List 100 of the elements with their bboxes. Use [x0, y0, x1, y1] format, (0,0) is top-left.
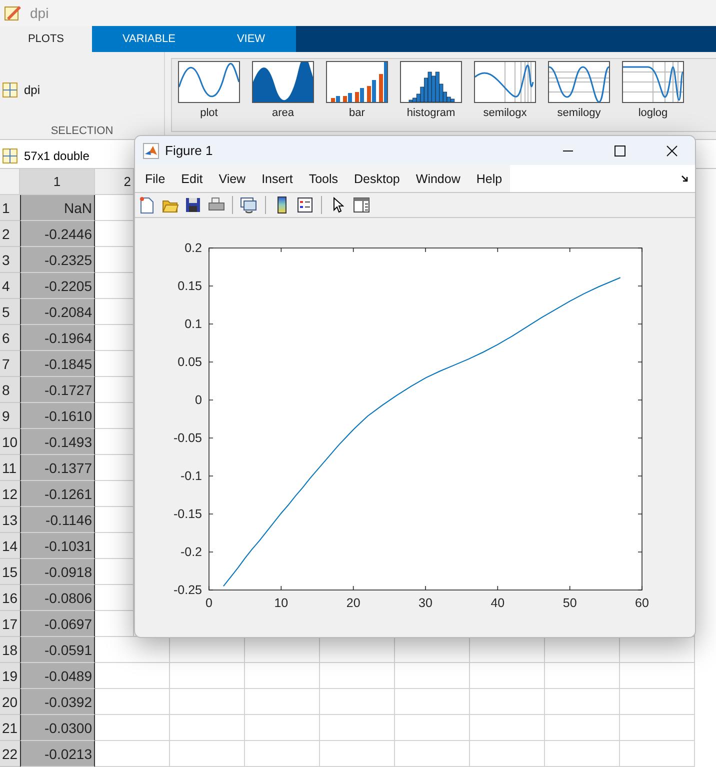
document-tab[interactable]: 57x1 double [2, 148, 90, 164]
save-icon[interactable] [185, 197, 201, 213]
table-cell[interactable]: -0.2325 [20, 247, 95, 273]
column-header[interactable]: 1 [20, 169, 95, 195]
table-icon [2, 148, 18, 164]
table-cell[interactable]: -0.1146 [20, 507, 95, 533]
linked-windows-icon[interactable] [240, 196, 258, 214]
table-cell[interactable]: -0.1727 [20, 377, 95, 403]
plot-thumbnail[interactable] [474, 61, 536, 104]
table-cell[interactable]: -0.0697 [20, 611, 95, 637]
ribbon-tab[interactable]: PLOTS [0, 26, 92, 52]
y-tick-label: -0.15 [174, 507, 202, 521]
plot-label[interactable]: loglog [638, 107, 668, 120]
y-tick-label: 0 [195, 393, 202, 407]
variable-name[interactable]: dpi [24, 83, 40, 98]
row-header[interactable]: 14 [0, 533, 20, 559]
menu-item[interactable]: Desktop [346, 168, 408, 190]
row-header[interactable]: 12 [0, 481, 20, 507]
row-header[interactable]: 10 [0, 429, 20, 455]
table-cell[interactable]: -0.1261 [20, 481, 95, 507]
plot-thumbnail[interactable] [252, 61, 314, 104]
row-header[interactable]: 20 [0, 689, 20, 715]
table-cell[interactable]: -0.1031 [20, 533, 95, 559]
table-cell[interactable]: -0.2084 [20, 299, 95, 325]
row-header[interactable]: 17 [0, 611, 20, 637]
row-header[interactable]: 2 [0, 221, 20, 247]
row-header[interactable]: 8 [0, 377, 20, 403]
table-cell[interactable]: -0.0392 [20, 689, 95, 715]
menu-item[interactable]: Insert [254, 168, 301, 190]
table-cell[interactable]: -0.0806 [20, 585, 95, 611]
plot-label[interactable]: semilogy [557, 107, 601, 120]
plot-thumbnail[interactable] [400, 61, 462, 104]
plot-thumbnail[interactable] [178, 61, 240, 104]
new-file-icon[interactable] [139, 196, 155, 214]
row-header[interactable]: 4 [0, 273, 20, 299]
y-tick-label: 0.15 [178, 279, 202, 293]
row-header[interactable]: 21 [0, 715, 20, 741]
menu-item[interactable]: View [210, 168, 254, 190]
plot-label[interactable]: histogram [406, 107, 456, 120]
colorbar-icon[interactable] [277, 196, 287, 214]
row-header[interactable]: 16 [0, 585, 20, 611]
y-tick-label: 0.1 [184, 317, 202, 331]
folder-icon[interactable] [162, 198, 178, 212]
plot-thumbnail[interactable] [326, 61, 388, 104]
plot-label[interactable]: bar [349, 107, 365, 120]
plot-label[interactable]: plot [200, 107, 218, 120]
x-tick-label: 20 [346, 596, 360, 610]
row-header[interactable]: 22 [0, 741, 20, 767]
menu-item[interactable]: Tools [300, 168, 346, 190]
x-tick-label: 50 [562, 596, 577, 610]
variable-editor-icon [4, 4, 22, 22]
x-tick-label: 30 [418, 596, 432, 610]
plot-thumbnail[interactable] [622, 61, 684, 104]
y-tick-label: -0.25 [174, 583, 202, 597]
table-cell[interactable]: -0.0213 [20, 741, 95, 767]
row-header[interactable]: 11 [0, 455, 20, 481]
close-icon [666, 144, 678, 156]
table-cell[interactable]: -0.0918 [20, 559, 95, 585]
menu-item[interactable]: Edit [173, 168, 211, 190]
table-cell[interactable]: -0.0591 [20, 637, 95, 663]
x-tick-label: 40 [490, 596, 505, 610]
printer-icon[interactable] [208, 197, 224, 213]
menu-item[interactable]: File [137, 168, 174, 190]
pointer-icon[interactable] [332, 197, 344, 213]
plot-label[interactable]: semilogx [483, 107, 527, 120]
x-tick-label: 0 [206, 596, 212, 610]
row-header[interactable]: 19 [0, 663, 20, 689]
table-cell[interactable]: -0.2446 [20, 221, 95, 247]
plot-label[interactable]: area [272, 107, 294, 120]
row-header[interactable]: 5 [0, 299, 20, 325]
table-corner[interactable] [0, 169, 20, 195]
table-cell[interactable]: -0.0489 [20, 663, 95, 689]
table-cell[interactable]: -0.1964 [20, 325, 95, 351]
table-icon [2, 82, 18, 98]
dock-arrow-icon[interactable] [681, 174, 689, 182]
table-cell[interactable]: NaN [20, 195, 95, 221]
row-header[interactable]: 7 [0, 351, 20, 377]
row-header[interactable]: 15 [0, 559, 20, 585]
column-header[interactable]: 2 [95, 169, 134, 195]
menu-item[interactable]: Help [468, 168, 510, 190]
legend-icon[interactable] [297, 197, 313, 213]
table-cell[interactable]: -0.1610 [20, 403, 95, 429]
figure-title: Figure 1 [165, 143, 214, 158]
y-tick-label: 0.05 [178, 355, 202, 369]
table-cell[interactable]: -0.2205 [20, 273, 95, 299]
property-editor-icon[interactable] [352, 197, 370, 213]
row-header[interactable]: 9 [0, 403, 20, 429]
y-tick-label: -0.1 [180, 469, 202, 483]
row-header[interactable]: 18 [0, 637, 20, 663]
plot-thumbnail[interactable] [548, 61, 610, 104]
table-cell[interactable]: -0.1493 [20, 429, 95, 455]
row-header[interactable]: 13 [0, 507, 20, 533]
row-header[interactable]: 3 [0, 247, 20, 273]
menu-item[interactable]: Window [408, 168, 468, 190]
section-label: SELECTION [50, 125, 114, 138]
table-cell[interactable]: -0.1845 [20, 351, 95, 377]
table-cell[interactable]: -0.0300 [20, 715, 95, 741]
table-cell[interactable]: -0.1377 [20, 455, 95, 481]
row-header[interactable]: 6 [0, 325, 20, 351]
row-header[interactable]: 1 [0, 195, 20, 221]
